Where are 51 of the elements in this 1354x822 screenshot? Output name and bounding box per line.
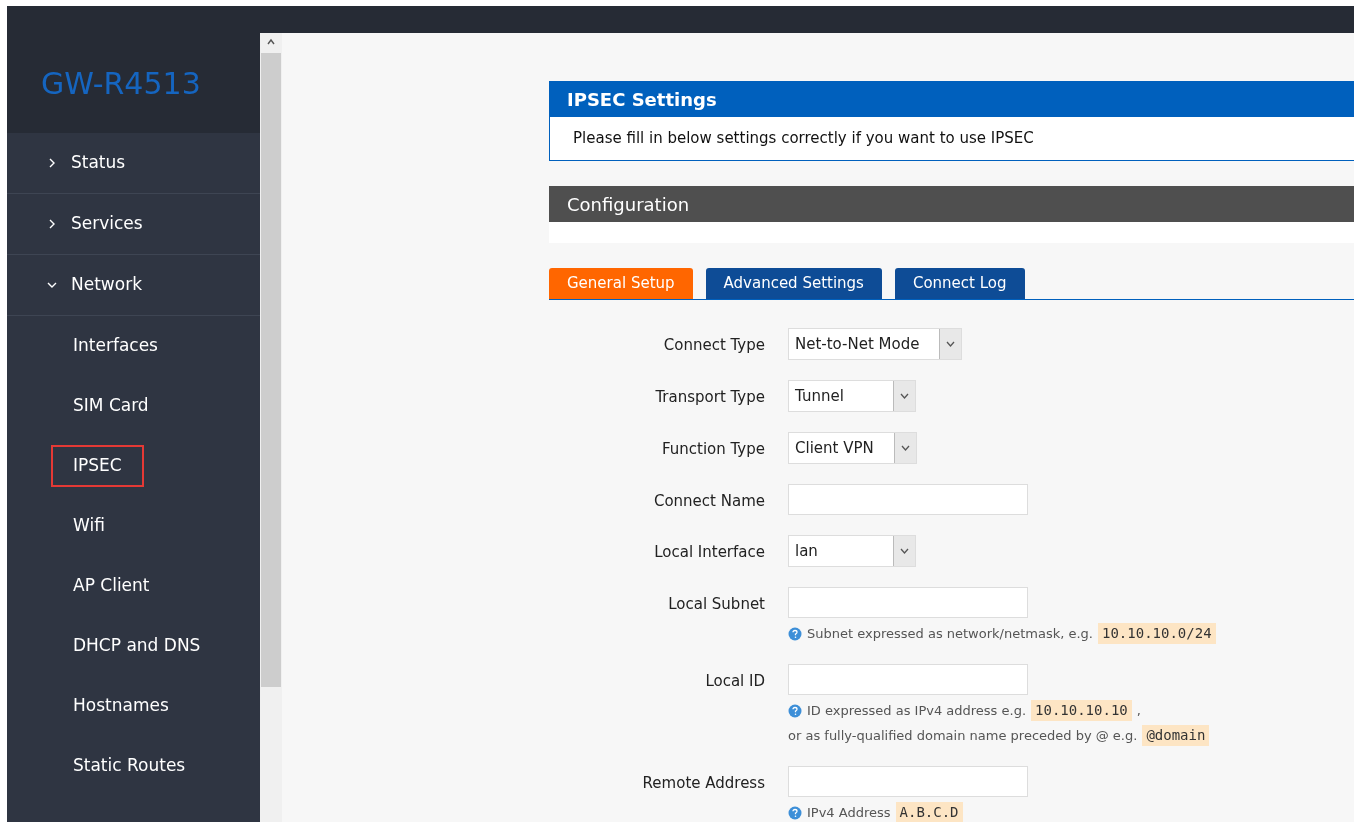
tab[interactable]: Advanced Settings — [705, 268, 882, 299]
text-field[interactable] — [788, 766, 1028, 797]
config-title: Configuration — [567, 192, 690, 217]
example-value: 10.10.10.0/24 — [1098, 623, 1216, 644]
example-value: 10.10.10.10 — [1031, 700, 1132, 721]
field-label: Function Type — [661, 439, 765, 460]
sidebar-item[interactable]: SIM Card — [51, 385, 171, 427]
panel-title: IPSEC Settings — [567, 87, 717, 112]
caret-icon — [946, 341, 956, 347]
field-label: Local ID — [705, 671, 765, 692]
example-value: @domain — [1142, 725, 1210, 746]
hint-text: IPv4 Address — [807, 803, 891, 822]
scrollbar[interactable] — [260, 33, 282, 822]
description-text: Please fill in below settings correctly if you want to use IPSEC — [573, 128, 1034, 150]
scrollbar-thumb[interactable] — [261, 53, 281, 687]
hint-text: ID expressed as IPv4 address e.g. — [807, 701, 1027, 720]
help-icon — [788, 626, 802, 641]
text-field[interactable] — [788, 664, 1028, 695]
example-value: A.B.C.D — [895, 802, 963, 822]
tab[interactable]: Connect Log — [894, 268, 1025, 299]
sidebar-item[interactable]: DHCP and DNS — [51, 625, 223, 667]
field-label: Connect Type — [663, 335, 765, 356]
hint-text: , — [1136, 701, 1141, 720]
help-icon — [788, 703, 802, 718]
hint-text: or as fully-qualified domain name preceded by @ e.g. — [788, 726, 1138, 745]
hint-text: Subnet expressed as network/netmask, e.g. — [807, 624, 1093, 643]
sidebar-item[interactable]: IPSEC — [51, 445, 144, 487]
dropdown[interactable]: Client VPN — [788, 432, 917, 464]
chevron-right-icon — [47, 219, 57, 229]
chevron-right-icon — [47, 158, 57, 168]
text-field[interactable] — [788, 587, 1028, 618]
field-label: Local Interface — [654, 542, 765, 563]
caret-icon — [900, 548, 909, 554]
sidebar-item[interactable]: Static Routes — [51, 745, 208, 787]
field-label: Transport Type — [655, 387, 765, 408]
field-label: Connect Name — [653, 491, 765, 512]
chevron-down-icon — [47, 280, 57, 290]
dropdown[interactable]: Tunnel — [788, 380, 916, 412]
brand-logo: GW-R4513 — [41, 64, 201, 103]
sidebar-item[interactable]: AP Client — [51, 565, 172, 607]
caret-icon — [900, 393, 909, 399]
text-field[interactable] — [788, 484, 1028, 515]
dropdown[interactable]: lan — [788, 535, 916, 567]
field-label: Local Subnet — [668, 594, 765, 615]
sidebar-item[interactable]: Interfaces — [51, 325, 180, 367]
sidebar-item[interactable]: Wifi — [51, 505, 127, 547]
sidebar-item[interactable]: Hostnames — [51, 685, 191, 727]
dropdown[interactable]: Net-to-Net Mode — [788, 328, 963, 360]
field-label: Remote Address — [642, 773, 765, 794]
scroll-up-icon[interactable] — [266, 37, 276, 47]
caret-icon — [900, 445, 910, 451]
